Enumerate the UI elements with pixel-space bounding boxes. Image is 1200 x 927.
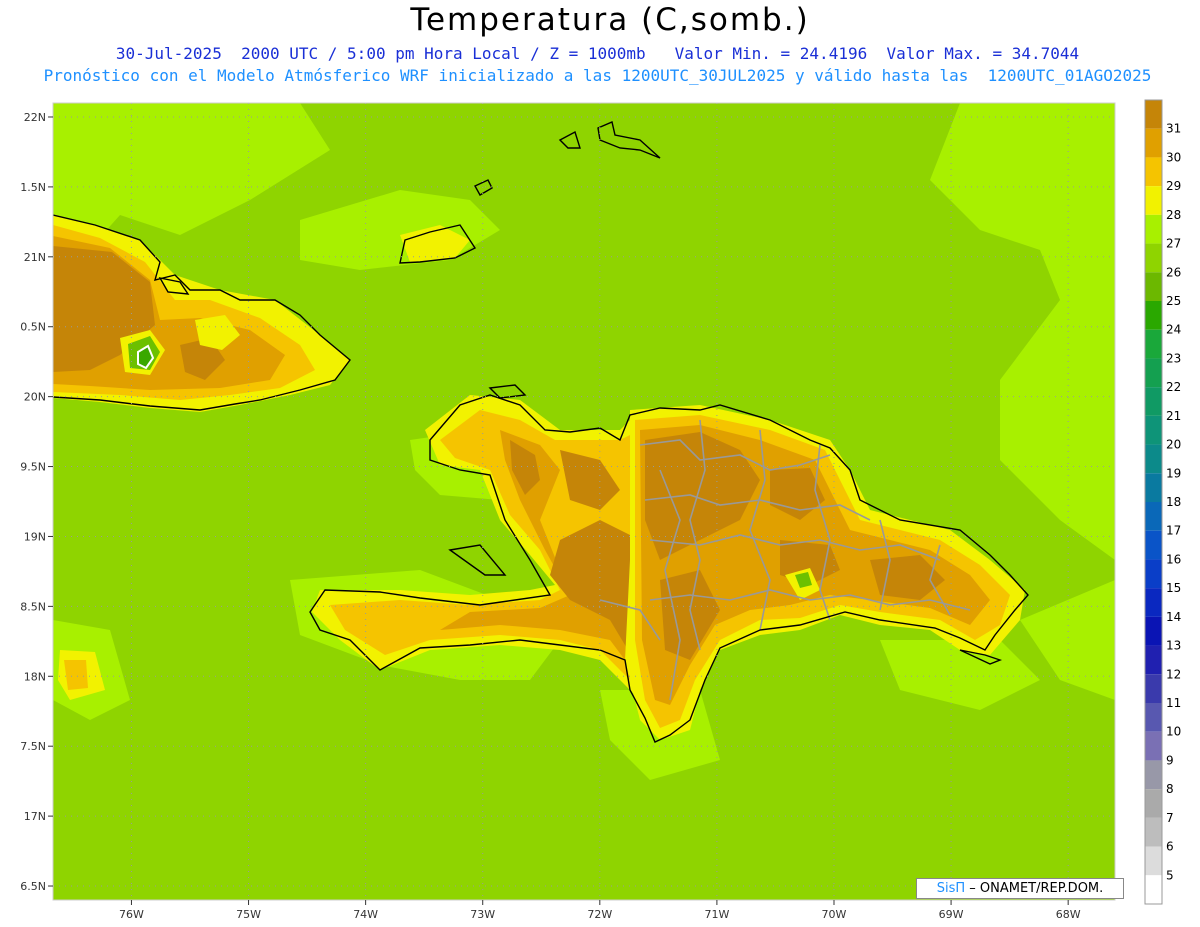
colorbar-swatch bbox=[1145, 674, 1162, 703]
lat-tick-label: 20N bbox=[24, 391, 46, 404]
colorbar-swatch bbox=[1145, 415, 1162, 445]
credit-text: – ONAMET/REP.DOM. bbox=[965, 881, 1104, 896]
colorbar-swatch bbox=[1145, 301, 1162, 330]
colorbar-swatch bbox=[1145, 358, 1162, 388]
colorbar-swatch bbox=[1145, 530, 1162, 560]
colorbar-label: 13 bbox=[1166, 639, 1181, 653]
lat-tick-label: 21N bbox=[24, 251, 46, 264]
colorbar-label: 7 bbox=[1166, 811, 1174, 825]
longitude-axis: 76W 75W 74W 73W 72W 71W 70W 69W 68W bbox=[119, 900, 1081, 921]
lon-tick-label: 69W bbox=[939, 908, 964, 921]
lat-tick-label: 0.5N bbox=[20, 321, 46, 334]
colorbar-label: 6 bbox=[1166, 840, 1174, 854]
lat-tick-label: 7.5N bbox=[20, 740, 46, 753]
colorbar-label: 23 bbox=[1166, 351, 1181, 365]
colorbar-swatch bbox=[1145, 186, 1162, 215]
colorbar-swatch bbox=[1145, 846, 1162, 876]
lon-tick-label: 75W bbox=[236, 908, 261, 921]
colorbar-label: 31 bbox=[1166, 122, 1181, 136]
colorbar-swatch bbox=[1145, 731, 1162, 761]
colorbar-swatch bbox=[1145, 214, 1162, 244]
colorbar-swatch bbox=[1145, 817, 1162, 847]
colorbar-swatch bbox=[1145, 243, 1162, 273]
colorbar-swatch bbox=[1145, 157, 1162, 187]
colorbar-label: 27 bbox=[1166, 237, 1181, 251]
colorbar-swatch bbox=[1145, 100, 1162, 129]
colorbar-label: 9 bbox=[1166, 753, 1174, 767]
colorbar-label: 26 bbox=[1166, 265, 1181, 279]
lon-tick-label: 73W bbox=[470, 908, 495, 921]
colorbar-label: 28 bbox=[1166, 208, 1181, 222]
colorbar-swatch bbox=[1145, 559, 1162, 589]
colorbar-label: 10 bbox=[1166, 725, 1181, 739]
colorbar-swatch bbox=[1145, 473, 1162, 502]
lon-tick-label: 71W bbox=[704, 908, 729, 921]
temperature-map: 22N 1.5N 21N 0.5N 20N 9.5N 19N 8.5N 18N 7.5N 17N 6.… bbox=[20, 99, 1181, 921]
colorbar-label: 21 bbox=[1166, 409, 1181, 423]
lon-tick-label: 76W bbox=[119, 908, 144, 921]
colorbar-swatch bbox=[1145, 588, 1162, 617]
lat-tick-label: 18N bbox=[24, 670, 46, 683]
colorbar-swatch bbox=[1145, 387, 1162, 416]
colorbar-swatch bbox=[1145, 616, 1162, 646]
colorbar: 31 30 29 28 27 26 25 24 23 22 21 20 19 18 17 16 15 14 13 12… bbox=[1144, 99, 1181, 905]
colorbar-label: 22 bbox=[1166, 380, 1181, 394]
colorbar-label: 19 bbox=[1166, 466, 1181, 480]
colorbar-label: 8 bbox=[1166, 782, 1174, 796]
colorbar-swatch bbox=[1145, 789, 1162, 818]
lon-tick-label: 70W bbox=[822, 908, 847, 921]
colorbar-label: 15 bbox=[1166, 581, 1181, 595]
lat-tick-label: 17N bbox=[24, 810, 46, 823]
colorbar-label: 12 bbox=[1166, 667, 1181, 681]
colorbar-swatch bbox=[1145, 703, 1162, 732]
colorbar-label: 17 bbox=[1166, 524, 1181, 538]
colorbar-label: 29 bbox=[1166, 179, 1181, 193]
lat-tick-label: 22N bbox=[24, 111, 46, 124]
colorbar-label: 11 bbox=[1166, 696, 1181, 710]
colorbar-label: 30 bbox=[1166, 150, 1181, 164]
lon-tick-label: 68W bbox=[1056, 908, 1081, 921]
colorbar-swatch bbox=[1145, 645, 1162, 675]
colorbar-swatch bbox=[1145, 329, 1162, 359]
lon-tick-label: 72W bbox=[587, 908, 612, 921]
lat-tick-label: 8.5N bbox=[20, 600, 46, 613]
colorbar-label: 24 bbox=[1166, 323, 1181, 337]
lat-tick-label: 1.5N bbox=[20, 181, 46, 194]
map-field bbox=[53, 103, 1115, 900]
colorbar-label: 16 bbox=[1166, 552, 1181, 566]
lat-tick-label: 6.5N bbox=[20, 880, 46, 893]
credit-brand: SisΠ bbox=[936, 881, 966, 896]
colorbar-label: 14 bbox=[1166, 610, 1181, 624]
lat-tick-label: 19N bbox=[24, 530, 46, 543]
colorbar-label: 20 bbox=[1166, 438, 1181, 452]
colorbar-label: 25 bbox=[1166, 294, 1181, 308]
lon-tick-label: 74W bbox=[353, 908, 378, 921]
lat-tick-label: 9.5N bbox=[20, 461, 46, 474]
colorbar-swatch bbox=[1145, 760, 1162, 790]
colorbar-swatch bbox=[1145, 444, 1162, 474]
colorbar-swatch bbox=[1145, 272, 1162, 301]
colorbar-swatch bbox=[1145, 875, 1162, 904]
colorbar-swatch bbox=[1145, 502, 1162, 531]
colorbar-label: 5 bbox=[1166, 868, 1174, 882]
colorbar-label: 18 bbox=[1166, 495, 1181, 509]
latitude-axis: 22N 1.5N 21N 0.5N 20N 9.5N 19N 8.5N 18N 7.5N 17N 6.… bbox=[20, 111, 53, 893]
credit-box: SisΠ – ONAMET/REP.DOM. bbox=[916, 878, 1124, 899]
colorbar-swatch bbox=[1145, 128, 1162, 158]
